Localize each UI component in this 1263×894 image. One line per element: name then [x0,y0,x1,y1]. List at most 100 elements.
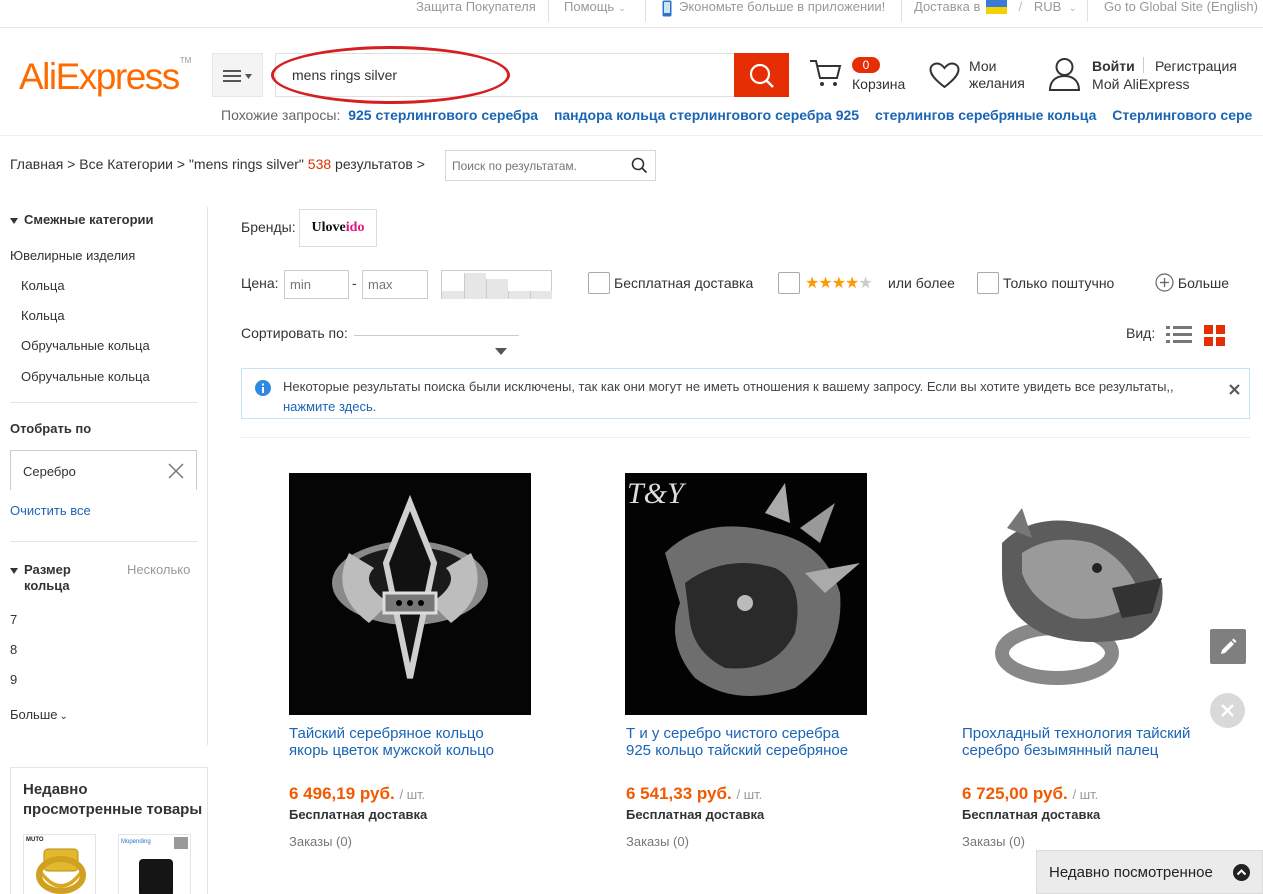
my-aliexpress-link[interactable]: Мой AliExpress [1092,76,1189,92]
recent-title-line2: просмотренные товары [23,801,203,818]
brand-filter-uloveido[interactable]: Uloveido [299,209,377,247]
breadcrumb-home[interactable]: Главная [10,156,63,172]
search-within-results[interactable] [445,150,656,181]
phone-icon [662,0,672,17]
price-unit: / шт. [1072,787,1099,802]
ring-size-header[interactable]: Размер кольца [10,562,71,594]
related-search-link[interactable]: пандора кольца стерлингового серебра 925 [554,107,859,123]
show-all-results-link[interactable]: нажмите здесь. [283,399,376,414]
category-item[interactable]: Обручальные кольца [21,369,150,384]
multi-select-link[interactable]: Несколько [127,562,190,577]
recently-viewed-panel: Недавно просмотренные товары MUTO Mopend… [10,767,208,894]
chevron-down-icon: ⌄ [59,711,68,722]
top-utility-bar: Защита Покупателя Помощь ⌄ Экономьте боль… [0,0,1263,28]
ring-size-option[interactable]: 7 [10,612,17,627]
empty-star: ★ [858,275,872,292]
sort-label: Сортировать по: [241,325,348,341]
related-search-link[interactable]: 925 стерлингового серебра [348,107,538,123]
single-piece-checkbox[interactable] [977,272,999,294]
ship-to-label: Доставка в [914,0,981,14]
search-icon[interactable] [631,157,648,174]
result-count: 538 [307,156,332,172]
star-rating-icon: ★★★★★ [805,273,873,293]
rating-checkbox[interactable] [778,272,800,294]
search-input[interactable] [276,54,735,96]
divider [548,0,549,22]
product-orders[interactable]: Заказы (0) [626,834,689,849]
category-item[interactable]: Кольца [21,308,65,323]
header-divider [0,135,1263,136]
price-max-input[interactable] [363,271,427,298]
breadcrumb-all-categories[interactable]: Все Категории [79,156,173,172]
close-icon[interactable] [1229,384,1240,395]
clear-all-link[interactable]: Очистить все [10,503,91,518]
product-title-line: Тайский серебряное кольцо [289,725,484,742]
price-histogram[interactable] [441,270,552,299]
help-label: Помощь [564,0,615,14]
price-value: 6 496,19 руб. [289,784,395,803]
product-title-link[interactable]: Прохладный технология тайский серебро без… [962,725,1212,759]
grid-view-icon[interactable] [1204,325,1225,346]
recently-viewed-title: Недавно просмотренные товары [23,780,202,820]
product-price: 6 541,33 руб. / шт. [626,784,762,804]
wishlist-link[interactable]: Мои желания [969,58,1025,92]
related-searches: Похожие запросы: 925 стерлингового сереб… [221,107,1263,123]
product-price: 6 725,00 руб. / шт. [962,784,1098,804]
related-search-link[interactable]: Стерлингового сере [1112,107,1252,123]
search-field[interactable] [275,53,735,97]
sort-dropdown[interactable] [354,335,519,357]
category-item[interactable]: Обручальные кольца [21,338,150,353]
product-title-link[interactable]: Т и у серебро чистого серебра 925 кольцо … [626,725,876,759]
divider [901,0,902,22]
cart-link[interactable]: Корзина [852,76,905,92]
related-search-link[interactable]: стерлингов серебряные кольца [875,107,1096,123]
recent-thumb-gold-ring[interactable]: MUTO [23,834,96,894]
category-item[interactable]: Кольца [21,278,65,293]
free-shipping-checkbox[interactable] [588,272,610,294]
recent-thumb-black-ring[interactable]: Mopending [118,834,191,894]
ring-size-option[interactable]: 9 [10,672,17,687]
hamburger-icon [223,70,252,82]
product-image[interactable]: T&Y [625,473,867,715]
price-min-input[interactable] [285,271,348,298]
price-max-field[interactable] [362,270,428,299]
wishlist-line2: желания [969,75,1025,91]
product-image[interactable] [962,473,1202,715]
product-title-line: 925 кольцо тайский серебряное [626,742,849,759]
global-site-link[interactable]: Go to Global Site (English) [1104,0,1258,14]
ring-size-option[interactable]: 8 [10,642,17,657]
aliexpress-logo[interactable]: AliExpressTM [19,56,191,98]
product-title-link[interactable]: Тайский серебряное кольцо якорь цветок му… [289,725,539,759]
sidebar: Смежные категории Ювелирные изделия Коль… [10,207,208,745]
related-categories-header[interactable]: Смежные категории [10,212,154,227]
ship-to-selector[interactable]: Доставка в / RUB ⌄ [914,0,1076,14]
silver-ring-image [289,473,531,715]
more-sizes-link[interactable]: Больше ⌄ [10,707,68,722]
product-image[interactable] [289,473,531,715]
price-unit: / шт. [736,787,763,802]
close-icon[interactable] [168,463,184,479]
more-label: Больше [10,707,58,722]
recently-viewed-bar[interactable]: Недавно посмотренное [1036,850,1263,894]
help-menu[interactable]: Помощь ⌄ [564,0,626,14]
more-filters-button[interactable]: Больше [1155,273,1229,292]
feedback-edit-button[interactable] [1210,629,1246,664]
app-promo-link[interactable]: Экономьте больше в приложении! [679,0,885,14]
product-orders[interactable]: Заказы (0) [289,834,352,849]
search-button[interactable] [734,53,789,97]
product-orders[interactable]: Заказы (0) [962,834,1025,849]
ukraine-flag-icon [985,0,1007,14]
price-min-field[interactable] [284,270,349,299]
pencil-icon [1221,638,1237,654]
search-within-input[interactable] [446,151,626,180]
filtered-results-notice: Некоторые результаты поиска были исключе… [241,368,1250,419]
categories-menu-button[interactable] [212,53,263,97]
signin-link[interactable]: Войти [1092,58,1135,74]
cart-icon[interactable] [809,58,843,91]
buyer-protection-link[interactable]: Защита Покупателя [416,0,536,14]
register-link[interactable]: Регистрация [1155,58,1237,74]
heart-icon[interactable] [929,62,960,92]
close-floating-button[interactable] [1210,693,1245,728]
category-jewelry[interactable]: Ювелирные изделия [10,248,135,263]
list-view-icon[interactable] [1166,324,1192,344]
